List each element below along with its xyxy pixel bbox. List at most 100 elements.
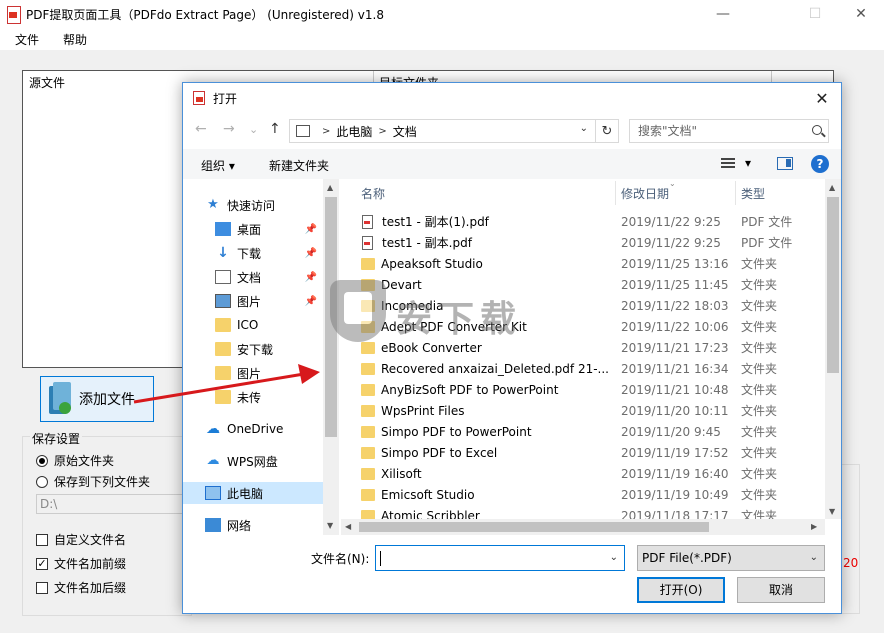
file-row[interactable]: Emicsoft Studio 2019/11/19 10:49 文件夹 — [361, 484, 821, 505]
file-row[interactable]: Simpo PDF to Excel 2019/11/19 17:52 文件夹 — [361, 442, 821, 463]
chevron-right-icon: > — [322, 125, 331, 137]
scroll-up-icon[interactable]: ▲ — [327, 183, 333, 192]
pin-icon[interactable]: 📌 — [305, 296, 317, 307]
scroll-down-icon[interactable]: ▼ — [327, 521, 333, 530]
nav-desktop[interactable]: 桌面 📌 — [215, 218, 323, 240]
source-column-header[interactable]: 源文件 — [29, 74, 65, 91]
file-row[interactable]: Apeaksoft Studio 2019/11/25 13:16 文件夹 — [361, 253, 821, 274]
refresh-icon[interactable]: ↻ — [595, 119, 619, 143]
pictures-icon — [215, 294, 231, 308]
column-header-date[interactable]: 修改日期 — [621, 179, 669, 205]
nav-label: OneDrive — [227, 422, 284, 436]
horizontal-scrollbar-thumb[interactable] — [359, 522, 709, 532]
search-input[interactable]: 搜索"文档" — [629, 119, 829, 143]
nav-network[interactable]: 网络 — [205, 514, 323, 536]
file-row[interactable]: test1 - 副本.pdf 2019/11/22 9:25 PDF 文件 — [361, 232, 821, 253]
nav-folder-anxiazai[interactable]: 安下载 — [215, 338, 323, 360]
scroll-down-icon[interactable]: ▼ — [829, 507, 835, 516]
add-file-button[interactable]: 添加文件 — [40, 376, 154, 422]
checkbox-custom-name[interactable]: 自定义文件名 — [36, 531, 126, 548]
file-row[interactable]: Xilisoft 2019/11/19 16:40 文件夹 — [361, 463, 821, 484]
nav-wps-cloud[interactable]: ☁ WPS网盘 — [205, 450, 323, 472]
save-settings-title: 保存设置 — [30, 430, 83, 447]
open-button[interactable]: 打开(O) — [637, 577, 725, 603]
file-date: 2019/11/21 17:23 — [621, 340, 729, 355]
checkbox-prefix[interactable]: ✓ 文件名加前缀 — [36, 555, 126, 572]
nav-folder-weichuan[interactable]: 未传 — [215, 386, 323, 408]
breadcrumb-documents[interactable]: 文档 — [393, 123, 417, 140]
help-icon[interactable]: ? — [811, 155, 829, 173]
file-row[interactable]: eBook Converter 2019/11/21 17:23 文件夹 — [361, 337, 821, 358]
file-row[interactable]: AnyBizSoft PDF to PowerPoint 2019/11/21 1… — [361, 379, 821, 400]
file-row[interactable]: Incomedia 2019/11/22 18:03 文件夹 — [361, 295, 821, 316]
column-header-name[interactable]: 名称 — [361, 179, 385, 205]
radio-button-selected[interactable] — [36, 454, 48, 467]
nav-folder-pictures[interactable]: 图片 — [215, 362, 323, 384]
view-options-icon[interactable] — [721, 158, 735, 170]
filename-input[interactable]: ⌄ — [375, 545, 625, 571]
address-bar[interactable]: > 此电脑 > 文档 ⌄ ↻ — [289, 119, 619, 143]
organize-button[interactable]: 组织 ▾ — [201, 157, 235, 174]
checkbox-checked[interactable]: ✓ — [36, 557, 48, 570]
close-button[interactable]: ✕ — [838, 0, 884, 28]
pin-icon[interactable]: 📌 — [305, 224, 317, 235]
pdf-app-icon — [193, 91, 205, 105]
pin-icon[interactable]: 📌 — [305, 248, 317, 259]
checkbox[interactable] — [36, 581, 48, 594]
file-type-select[interactable]: PDF File(*.PDF) ⌄ — [637, 545, 825, 571]
maximize-button[interactable]: ☐ — [792, 0, 838, 28]
file-row[interactable]: Devart 2019/11/25 11:45 文件夹 — [361, 274, 821, 295]
new-folder-button[interactable]: 新建文件夹 — [269, 157, 329, 174]
file-row[interactable]: WpsPrint Files 2019/11/20 10:11 文件夹 — [361, 400, 821, 421]
checkbox-suffix-label: 文件名加后缀 — [54, 581, 127, 595]
menu-help[interactable]: 帮助 — [54, 31, 96, 48]
scroll-up-icon[interactable]: ▲ — [829, 183, 835, 192]
radio-save-to-folder[interactable]: 保存到下列文件夹 — [36, 473, 150, 490]
cancel-button[interactable]: 取消 — [737, 577, 825, 603]
nav-pictures[interactable]: 图片 📌 — [215, 290, 323, 312]
chevron-down-icon[interactable]: ⌄ — [580, 123, 588, 134]
scroll-left-icon[interactable]: ◀ — [345, 522, 351, 531]
file-row[interactable]: test1 - 副本(1).pdf 2019/11/22 9:25 PDF 文件 — [361, 211, 821, 232]
nav-folder-ico[interactable]: ICO — [215, 314, 323, 336]
recent-locations-icon[interactable]: ⌄ — [249, 123, 258, 136]
file-row[interactable]: Simpo PDF to PowerPoint 2019/11/20 9:45 文件… — [361, 421, 821, 442]
chevron-down-icon[interactable]: ⌄ — [610, 552, 618, 563]
chevron-down-icon[interactable]: ⌄ — [810, 546, 818, 570]
column-separator[interactable] — [615, 181, 616, 205]
filename-label: 文件名(N): — [311, 552, 370, 566]
dialog-close-button[interactable]: ✕ — [807, 83, 837, 113]
file-row[interactable]: Recovered anxaizai_Deleted.pdf 21-... 201… — [361, 358, 821, 379]
scroll-right-icon[interactable]: ▶ — [811, 522, 817, 531]
column-header-type[interactable]: 类型 — [741, 179, 765, 205]
up-arrow-icon[interactable]: ↑ — [269, 121, 281, 137]
output-path-input[interactable]: D:\ — [36, 494, 186, 514]
radio-button[interactable] — [36, 475, 48, 488]
minimize-button[interactable]: — — [700, 0, 746, 28]
nav-scrollbar-thumb[interactable] — [325, 197, 337, 437]
forward-arrow-icon[interactable]: → — [223, 121, 235, 137]
radio-original-folder[interactable]: 原始文件夹 — [36, 452, 114, 469]
file-date: 2019/11/22 10:06 — [621, 319, 729, 334]
nav-this-pc[interactable]: 此电脑 — [183, 482, 323, 504]
nav-documents[interactable]: 文档 📌 — [215, 266, 323, 288]
app-titlebar: PDF提取页面工具（PDFdo Extract Page） (Unregiste… — [0, 0, 884, 28]
checkbox[interactable] — [36, 533, 48, 546]
column-separator[interactable] — [735, 181, 736, 205]
file-name: Adept PDF Converter Kit — [381, 319, 527, 334]
desktop-icon — [215, 222, 231, 236]
vertical-scrollbar-thumb[interactable] — [827, 197, 839, 373]
chevron-right-icon: > — [378, 125, 387, 137]
back-arrow-icon[interactable]: ← — [195, 121, 207, 137]
pin-icon[interactable]: 📌 — [305, 272, 317, 283]
nav-onedrive[interactable]: ☁ OneDrive — [205, 418, 323, 440]
menu-file[interactable]: 文件 — [6, 31, 48, 48]
preview-pane-icon[interactable] — [777, 157, 793, 170]
breadcrumb-this-pc[interactable]: 此电脑 — [336, 123, 372, 140]
view-dropdown-icon[interactable]: ▾ — [745, 156, 751, 170]
nav-downloads[interactable]: ↓ 下载 📌 — [215, 242, 323, 264]
pdf-app-icon — [6, 6, 21, 24]
checkbox-suffix[interactable]: 文件名加后缀 — [36, 579, 126, 596]
red-number: 20 — [843, 556, 859, 570]
file-row[interactable]: Adept PDF Converter Kit 2019/11/22 10:06 文… — [361, 316, 821, 337]
